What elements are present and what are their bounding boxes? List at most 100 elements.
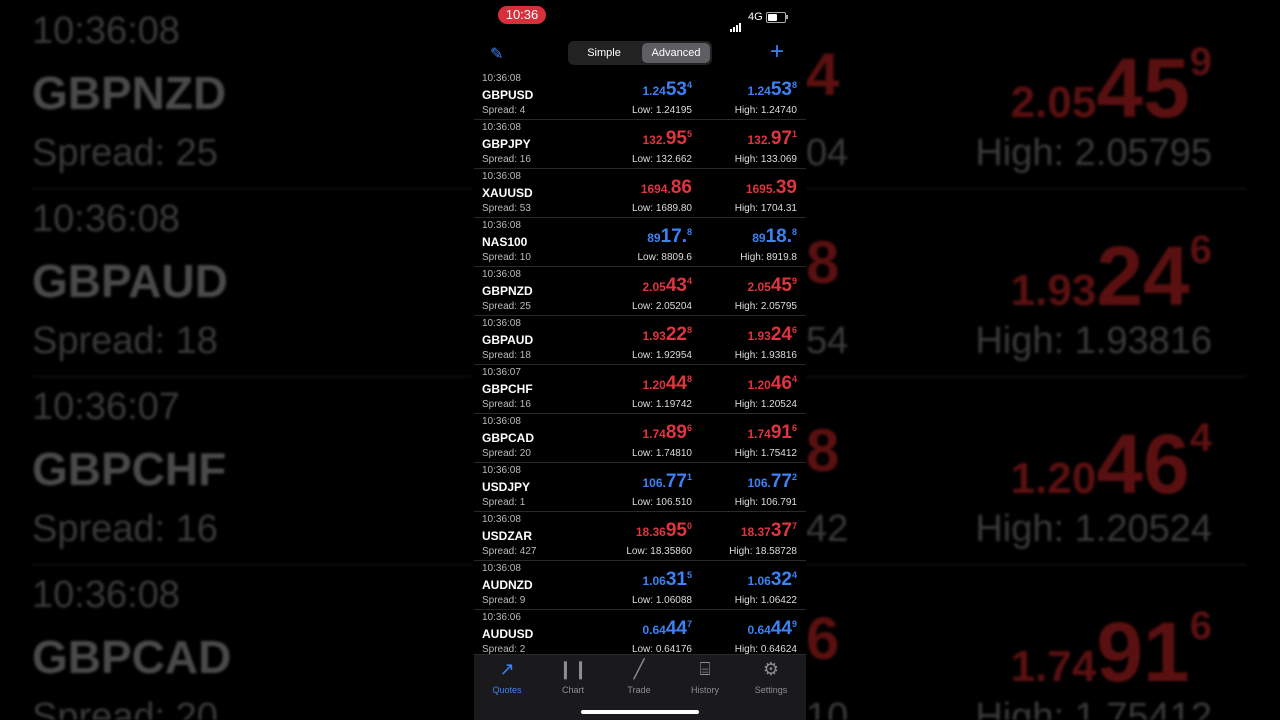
ask-price[interactable]: 1.74916 [747,422,797,444]
quote-spread: Spread: 1 [482,497,526,508]
bid-price-prefix: 1.06 [642,574,666,588]
quote-row[interactable]: 10:36:08 GBPJPY Spread: 16 132.955 132.971 Lo… [474,120,806,169]
bid-price[interactable]: 1.06315 [642,569,692,591]
top-navigation: ✎ Simple Advanced + [474,38,806,68]
tab-quotes[interactable]: ↗ Quotes [474,659,540,695]
ask-price-big-digits: 18. [765,226,792,247]
bid-price[interactable]: 1694.86 [641,177,692,199]
quote-row[interactable]: 10:36:07 GBPCHF Spread: 16 1.20448 1.20464 Lo… [474,365,806,414]
bg-price: 1.74916 [1011,604,1212,701]
quote-row[interactable]: 10:36:08 GBPUSD Spread: 4 1.24534 1.24538 Low… [474,71,806,120]
quote-row[interactable]: 10:36:08 NAS100 Spread: 10 8917.8 8918.8 Low:… [474,218,806,267]
quote-high: High: 1.93816 [734,350,797,361]
ask-price[interactable]: 106.772 [747,471,797,493]
tab-settings[interactable]: ⚙ Settings [738,659,804,695]
quote-high: High: 133.069 [734,154,797,165]
chart-icon: ❙❙ [557,659,589,679]
bg-row: 8 54 1.93246 High: 1.93816 [806,188,1246,377]
quote-row[interactable]: 10:36:08 GBPAUD Spread: 18 1.93228 1.93246 Lo… [474,316,806,365]
quote-high: High: 8919.8 [740,252,797,263]
quote-row[interactable]: 10:36:08 GBPCAD Spread: 20 1.74896 1.74916 Lo… [474,414,806,463]
quote-row[interactable]: 10:36:08 GBPNZD Spread: 25 2.05434 2.05459 Lo… [474,267,806,316]
bg-price: 1.20464 [1011,416,1212,513]
ask-price-pipette: 9 [791,276,797,286]
bid-price[interactable]: 0.64447 [642,618,692,640]
bg-price: 2.05459 [1011,40,1212,137]
quote-high: High: 2.05795 [734,301,797,312]
add-symbol-icon[interactable]: + [770,38,784,66]
bg-edge-text: 54 [806,320,849,362]
tab-history[interactable]: ⌸ History [672,659,738,695]
quote-spread: Spread: 10 [482,252,531,263]
ask-price-prefix: 1695. [745,182,776,196]
quote-row[interactable]: 10:36:08 USDJPY Spread: 1 106.771 106.772 Low… [474,463,806,512]
ask-price[interactable]: 8918.8 [752,226,797,248]
quote-spread: Spread: 16 [482,154,531,165]
bid-price-prefix: 1694. [640,182,671,196]
quote-row[interactable]: 10:36:08 XAUUSD Spread: 53 1694.86 1695.39 Lo… [474,169,806,218]
quote-high: High: 1.06422 [734,595,797,606]
bid-price[interactable]: 1.24534 [642,79,692,101]
bg-price-pipette: 9 [1189,40,1212,84]
background-blur-right: 4 04 2.05459 High: 2.05795 8 54 1.93246 High: 1… [806,0,1280,720]
quote-low: Low: 1689.80 [631,203,692,214]
ask-price[interactable]: 1.06324 [747,569,797,591]
trade-icon: ╱ [633,659,645,679]
bg-price-prefix: 1.93 [1010,266,1097,315]
bg-symbol: GBPNZD [32,67,227,119]
quote-symbol: NAS100 [482,235,528,249]
bg-spread: Spread: 20 [32,696,218,720]
bid-price[interactable]: 1.93228 [642,324,692,346]
quote-low: Low: 1.74810 [631,448,692,459]
bid-price[interactable]: 132.955 [642,128,692,150]
ask-price-prefix: 1.74 [747,427,771,441]
bid-price[interactable]: 1.20448 [642,373,692,395]
bg-price-prefix: 2.05 [1010,78,1097,127]
quote-spread: Spread: 427 [482,546,537,557]
bg-price-pipette: 4 [1189,416,1212,460]
quote-spread: Spread: 25 [482,301,531,312]
bid-price-pipette: 5 [686,570,692,580]
ask-price[interactable]: 0.64449 [747,618,797,640]
signal-icon [730,14,742,32]
bid-price-pipette: 8 [686,325,692,335]
ask-price-prefix: 0.64 [747,623,771,637]
tab-trade[interactable]: ╱ Trade [606,659,672,695]
bid-price-pipette: 0 [686,521,692,531]
quote-time: 10:36:08 [482,269,521,280]
bid-price[interactable]: 1.74896 [642,422,692,444]
bid-price[interactable]: 2.05434 [642,275,692,297]
ask-price[interactable]: 18.37377 [741,520,797,542]
quote-row[interactable]: 10:36:08 USDZAR Spread: 427 18.36950 18.3737… [474,512,806,561]
bid-price-pipette: 5 [686,129,692,139]
bg-edge-text: 04 [806,132,849,174]
bg-high: High: 2.05795 [975,132,1212,174]
ask-price[interactable]: 1.20464 [747,373,797,395]
ask-price[interactable]: 2.05459 [747,275,797,297]
quote-high: High: 1704.31 [734,203,797,214]
quote-symbol: GBPCHF [482,382,533,396]
ask-price[interactable]: 132.971 [747,128,797,150]
ask-price[interactable]: 1695.39 [746,177,797,199]
segment-advanced[interactable]: Advanced [642,43,710,63]
bg-edge-digit: 6 [806,605,840,672]
bid-price-big-digits: 86 [670,177,692,198]
phone-screen: 10:36 4G ✎ Simple Advanced + 10:36:08 GBP… [474,0,806,720]
ask-price[interactable]: 1.24538 [747,79,797,101]
quote-row[interactable]: 10:36:06 AUDUSD Spread: 2 0.64447 0.64449 Low… [474,610,806,654]
bid-price[interactable]: 18.36950 [636,520,692,542]
bid-price[interactable]: 106.771 [642,471,692,493]
ask-price[interactable]: 1.93246 [747,324,797,346]
ask-price-pipette: 9 [791,619,797,629]
edit-pencil-icon[interactable]: ✎ [490,44,503,64]
quote-time: 10:36:08 [482,122,521,133]
segment-simple[interactable]: Simple [570,43,638,63]
tab-chart[interactable]: ❙❙ Chart [540,659,606,695]
bid-price[interactable]: 8917.8 [647,226,692,248]
quote-low: Low: 8809.6 [637,252,693,263]
quote-row[interactable]: 10:36:08 AUDNZD Spread: 9 1.06315 1.06324 Low… [474,561,806,610]
ask-price-pipette: 7 [791,521,797,531]
bid-price-big-digits: 89 [665,422,687,443]
quote-high: High: 0.64624 [734,644,797,654]
bg-edge-text: 42 [806,508,849,550]
